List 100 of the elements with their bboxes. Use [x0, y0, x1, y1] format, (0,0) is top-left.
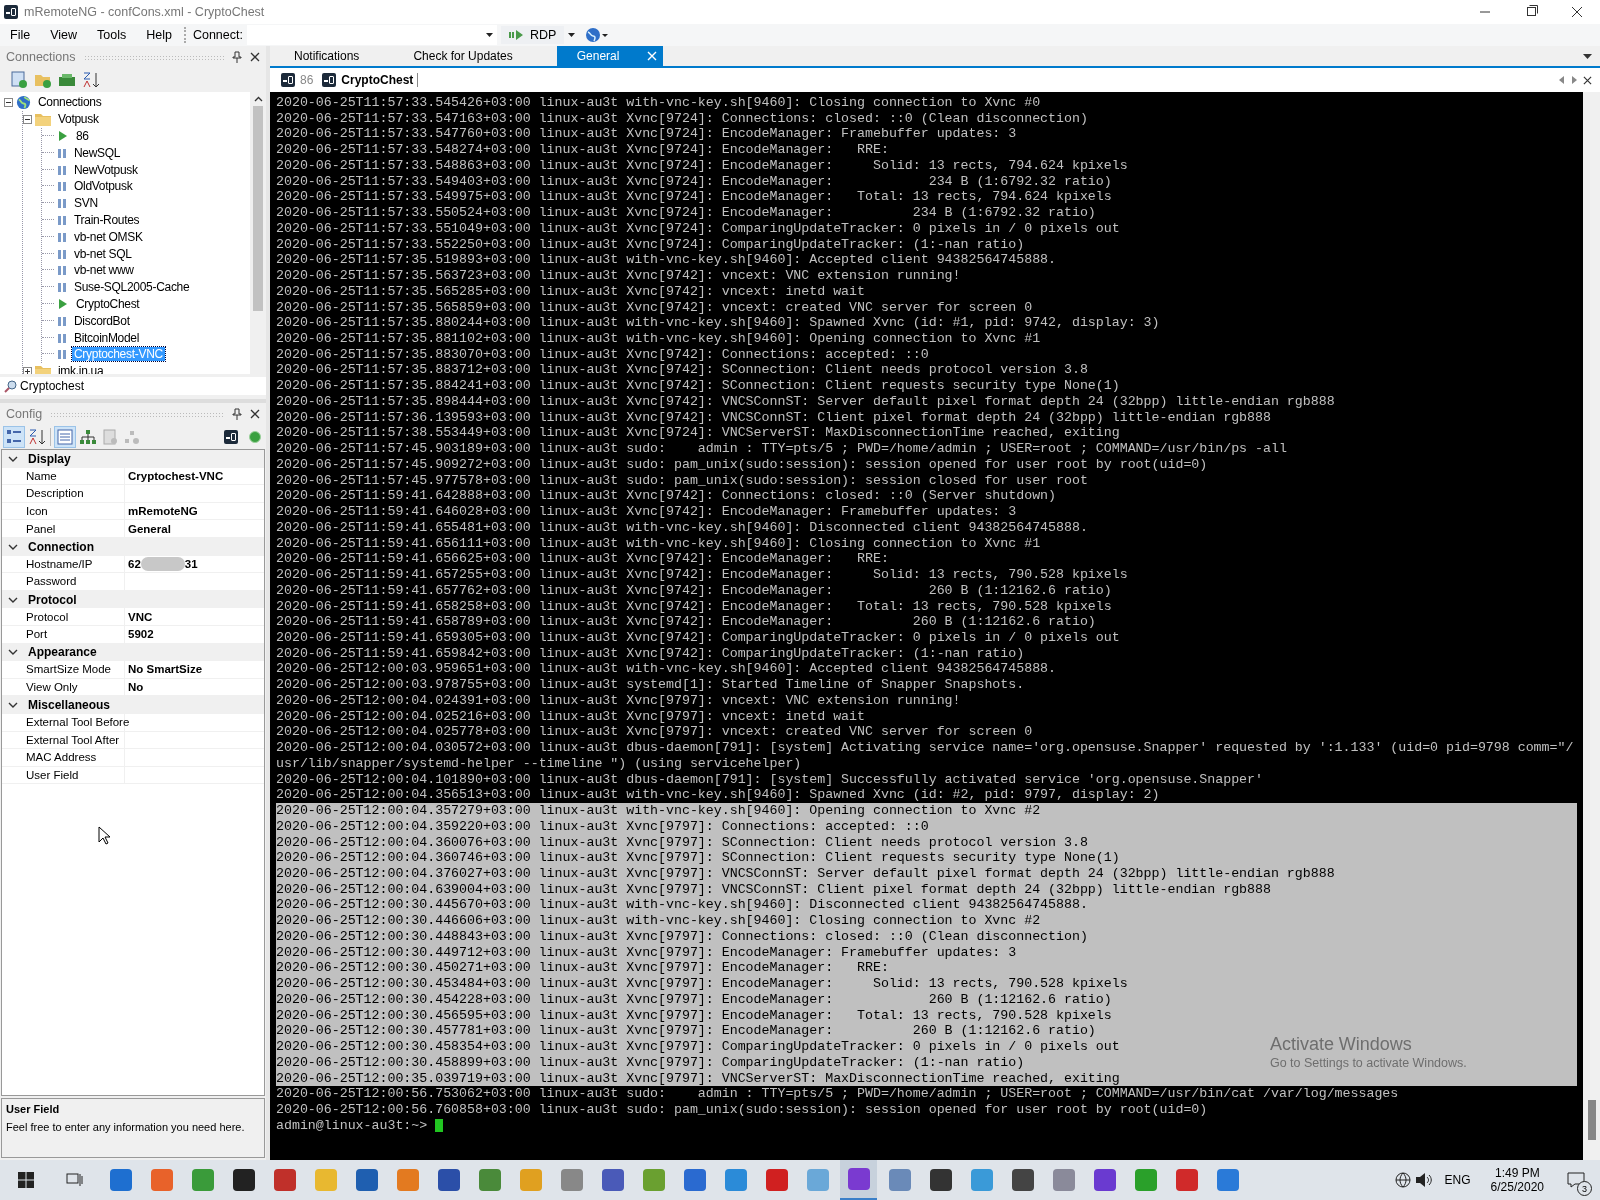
- start-icon[interactable]: [18, 1172, 34, 1188]
- dropdown-caret-icon[interactable]: [568, 33, 576, 37]
- terminal-line: 2020-06-25T11:57:35.880244+03:00 linux-au3t with-vnc-key.sh[9460]: Spawned Xvnc (id: #1, pid: 9742, display: 3): [276, 315, 1161, 331]
- globe-icon[interactable]: [585, 27, 610, 43]
- terminal-line: 2020-06-25T11:57:35.565285+03:00 linux-au3t Xvnc[9742]: vncext: inetd wait: [276, 283, 866, 300]
- close-icon[interactable]: [250, 52, 260, 62]
- sort-icon[interactable]: [82, 71, 100, 89]
- hierarchy-icon[interactable]: [79, 428, 97, 446]
- tree-item[interactable]: Suse-SQL2005-Cache: [72, 280, 192, 295]
- property-value[interactable]: mRemoteNG: [128, 505, 198, 518]
- terminal-line: 2020-06-25T11:59:41.642888+03:00 linux-au3t Xvnc[9742]: Connections: closed: ::0 (Server shutdown): [276, 488, 1058, 505]
- tree-item[interactable]: DiscordBot: [72, 313, 132, 328]
- status-dot-icon: [248, 430, 262, 444]
- property-value[interactable]: Cryptochest-VNC: [128, 469, 224, 482]
- terminal-line: 2020-06-25T11:57:33.547163+03:00 linux-au3t Xvnc[9724]: Connections: closed: ::0 (Clean disconnection): [276, 110, 1089, 127]
- new-connection-icon[interactable]: [10, 71, 28, 89]
- document-tab[interactable]: Check for Updates: [403, 46, 523, 66]
- menu-item[interactable]: View: [40, 28, 88, 42]
- tree-item[interactable]: 86: [74, 129, 91, 143]
- text-cursor: [435, 1119, 444, 1133]
- folder-icon: [35, 364, 51, 374]
- terminal-line: 2020-06-25T11:57:33.548274+03:00 linux-au3t Xvnc[9724]: EncodeManager: RRE:: [276, 142, 890, 158]
- property-value[interactable]: 62: [128, 557, 141, 570]
- collapse-icon[interactable]: [23, 114, 32, 124]
- property-value[interactable]: No SmartSize: [128, 663, 203, 676]
- tree-item[interactable]: OldVotpusk: [72, 179, 135, 194]
- tree-item[interactable]: vb-net OMSK: [72, 229, 145, 244]
- terminal-line: 2020-06-25T11:59:41.646028+03:00 linux-au3t Xvnc[9742]: EncodeManager: Framebuffer updates: 3: [276, 504, 1018, 520]
- tree-item[interactable]: vb-net www: [72, 263, 136, 278]
- property-value[interactable]: 5902: [128, 628, 154, 641]
- document-tab[interactable]: Notifications: [284, 46, 370, 66]
- volume-icon[interactable]: [1414, 1172, 1433, 1188]
- import-icon[interactable]: [58, 71, 76, 89]
- categorized-view-icon[interactable]: [4, 427, 24, 447]
- search-field[interactable]: Cryptochest: [0, 377, 266, 395]
- pin-icon[interactable]: [232, 51, 242, 63]
- connect-arrow-icon: [508, 30, 525, 40]
- network-icon[interactable]: [1394, 1172, 1411, 1188]
- terminal-line: 2020-06-25T11:57:45.903189+03:00 linux-au3t sudo: admin : TTY=pts/5 ; PWD=/home/admin ; USER=root ; COMMAND=/usr/bin/ps -all: [276, 441, 1288, 457]
- language-indicator[interactable]: ENG: [1444, 1173, 1471, 1187]
- tree-item[interactable]: vb-net SQL: [72, 246, 134, 261]
- terminal-line: 2020-06-25T12:00:04.025778+03:00 linux-au3t Xvnc[9797]: vncext: created VNC server for screen 0: [276, 724, 1034, 741]
- connection-tab[interactable]: 86: [278, 73, 314, 87]
- app-logo-icon: [4, 5, 18, 19]
- category-title: Connection: [28, 539, 94, 554]
- terminal-line: 2020-06-25T11:57:35.881102+03:00 linux-au3t with-vnc-key.sh[9460]: Opening connection to Xvnc #1: [276, 331, 1042, 347]
- property-value[interactable]: No: [128, 681, 144, 693]
- properties-icon[interactable]: [55, 427, 75, 447]
- terminal-line: 2020-06-25T12:00:04.356513+03:00 linux-au3t with-vnc-key.sh[9460]: Spawned Xvnc (id: #2, pid: 9797, display: 2): [276, 787, 1161, 804]
- protocol-button[interactable]: RDP: [500, 26, 565, 44]
- property-value[interactable]: 31: [184, 557, 198, 570]
- terminal-line: 2020-06-25T11:59:41.659842+03:00 linux-au3t Xvnc[9742]: ComparingUpdateTracker: (1:-nan ratio): [276, 645, 1026, 662]
- scroll-right-icon[interactable]: [1571, 76, 1577, 84]
- collapse-icon[interactable]: [8, 701, 18, 710]
- menu-item[interactable]: Help: [136, 28, 182, 42]
- category-title: Protocol: [28, 592, 77, 607]
- scroll-up-icon[interactable]: [253, 96, 263, 102]
- category-title: Appearance: [28, 645, 97, 660]
- collapse-icon[interactable]: [8, 595, 18, 604]
- sort-icon[interactable]: [28, 428, 46, 446]
- tree-item[interactable]: Train-Routes: [72, 212, 142, 227]
- category-title: Display: [28, 451, 71, 466]
- property-value[interactable]: VNC: [128, 610, 153, 623]
- menu-item[interactable]: Tools: [87, 28, 137, 42]
- pin-icon[interactable]: [232, 408, 242, 420]
- collapse-icon[interactable]: [8, 542, 18, 551]
- property-value[interactable]: General: [128, 522, 171, 535]
- terminal-line: 2020-06-25T11:57:33.552250+03:00 linux-au3t Xvnc[9724]: ComparingUpdateTracker: (1:-nan ratio): [276, 236, 1026, 253]
- close-icon[interactable]: [250, 409, 260, 419]
- tree-item[interactable]: SVN: [72, 196, 100, 211]
- scroll-left-icon[interactable]: [1559, 76, 1565, 84]
- app-logo-icon[interactable]: [224, 430, 238, 444]
- connect-field[interactable]: [246, 25, 497, 45]
- tree-item[interactable]: NewVotpusk: [72, 162, 140, 177]
- tree-item[interactable]: Connections: [36, 95, 104, 110]
- terminal-line: 2020-06-25T11:57:35.898444+03:00 linux-au3t Xvnc[9742]: VNCSConnST: Server default pixel format depth 24 (32bpp) little-endian rgb888: [276, 393, 1336, 410]
- collapse-icon[interactable]: [8, 648, 18, 657]
- collapse-icon[interactable]: [4, 97, 13, 107]
- notifications-button[interactable]: 3: [1556, 1163, 1596, 1197]
- category-title: Miscellaneous: [28, 698, 111, 713]
- panel-title: Config: [6, 407, 43, 421]
- clock[interactable]: 1:49 PM 6/25/2020: [1482, 1166, 1552, 1194]
- close-icon[interactable]: [1583, 75, 1592, 85]
- terminal-line: 2020-06-25T11:57:33.549403+03:00 linux-au3t Xvnc[9724]: EncodeManager: 234 B (1:6792.32 ratio): [276, 173, 1113, 190]
- terminal-line: 2020-06-25T12:00:03.978755+03:00 linux-au3t systemd[1]: Started Timeline of Snapper Snapshots.: [276, 677, 1026, 693]
- task-view-icon[interactable]: [66, 1172, 84, 1188]
- connection-tab[interactable]: CryptoChest: [319, 73, 419, 87]
- tree-item[interactable]: NewSQL: [72, 145, 123, 160]
- tree-item[interactable]: CryptoChest: [74, 296, 142, 311]
- document-tab[interactable]: General: [556, 46, 664, 66]
- expand-icon[interactable]: [23, 366, 32, 374]
- terminal-line: 2020-06-25T11:59:41.655481+03:00 linux-au3t with-vnc-key.sh[9460]: Disconnected client 94382564745888.: [276, 519, 1089, 536]
- dropdown-caret-icon[interactable]: [1583, 53, 1592, 59]
- tree-item[interactable]: BitcoinModel: [72, 330, 142, 345]
- collapse-icon[interactable]: [8, 454, 18, 463]
- terminal-line: 2020-06-25T11:57:35.565859+03:00 linux-au3t Xvnc[9742]: vncext: created VNC server for screen 0: [276, 299, 1034, 316]
- tree-item[interactable]: Votpusk: [56, 112, 101, 127]
- scrollbar[interactable]: [250, 92, 266, 374]
- scrollbar[interactable]: [1583, 92, 1600, 1160]
- menu-item[interactable]: File: [0, 28, 41, 42]
